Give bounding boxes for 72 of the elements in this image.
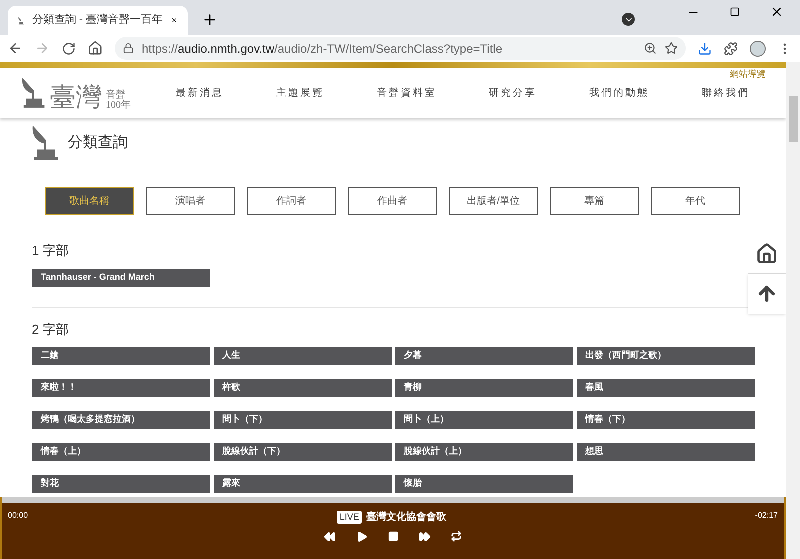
nav-link[interactable]: 音聲資料室 <box>376 86 437 100</box>
song-link[interactable]: 脫線伙計（下） <box>214 443 392 461</box>
browser-tab[interactable]: 分類查詢 - 臺灣音聲一百年 <box>8 6 188 35</box>
stop-icon[interactable] <box>388 531 399 542</box>
category-tab[interactable]: 專篇 <box>550 187 639 215</box>
logo-subtitle: 音聲 <box>106 91 126 101</box>
maximize-icon[interactable] <box>730 7 740 17</box>
sitemap-link[interactable]: 網站導覽 <box>730 68 766 82</box>
logo-year: 100年 <box>106 101 131 111</box>
tab-search-icon[interactable] <box>622 13 635 26</box>
remaining-time: -02:17 <box>755 510 778 522</box>
song-link[interactable]: 春風 <box>576 379 754 397</box>
tab-title: 分類查詢 - 臺灣音聲一百年 <box>32 12 164 28</box>
fast-forward-icon[interactable] <box>419 531 431 543</box>
song-link[interactable]: 情春（下） <box>576 411 754 429</box>
nav-link[interactable]: 最新消息 <box>176 86 224 100</box>
section-heading: 2 字部 <box>32 320 70 338</box>
page-title: 分類查詢 <box>68 132 128 153</box>
download-icon[interactable] <box>698 42 712 56</box>
song-link[interactable]: 對花 <box>32 475 210 493</box>
nav-link[interactable]: 研究分享 <box>489 86 538 100</box>
bookmark-star-icon[interactable] <box>665 42 678 55</box>
lock-icon[interactable] <box>123 43 134 54</box>
song-link[interactable]: 露來 <box>214 475 392 493</box>
song-link[interactable]: 出發（西門町之歌） <box>576 347 754 365</box>
reload-icon[interactable] <box>62 42 76 56</box>
nav-link[interactable]: 聯絡我們 <box>702 86 750 100</box>
song-link[interactable]: 青柳 <box>395 379 573 397</box>
song-link[interactable]: 夕暮 <box>395 347 573 365</box>
track-title: 臺灣文化協會會歌 <box>366 510 446 525</box>
close-window-icon[interactable] <box>770 5 784 19</box>
category-tab[interactable]: 出版者/單位 <box>449 187 538 215</box>
extensions-icon[interactable] <box>724 42 738 56</box>
play-icon[interactable] <box>356 531 368 543</box>
logo-gramophone-icon <box>20 75 46 111</box>
back-to-top-button[interactable] <box>748 274 786 314</box>
address-bar[interactable]: https://audio.nmth.gov.tw/audio/zh-TW/Item/SearchClass?type=Title <box>115 37 686 60</box>
house-icon <box>756 242 778 264</box>
song-link[interactable]: 問卜（下） <box>214 411 392 429</box>
category-tab[interactable]: 年代 <box>651 187 740 215</box>
song-link[interactable]: 懷胎 <box>395 475 573 493</box>
category-tab[interactable]: 歌曲名稱 <box>45 187 134 215</box>
elapsed-time: 00:00 <box>8 510 28 522</box>
repeat-icon[interactable] <box>451 531 462 542</box>
song-link[interactable]: Tannhauser - Grand March <box>32 268 210 286</box>
song-link[interactable]: 情春（上） <box>32 443 210 461</box>
rewind-icon[interactable] <box>324 531 336 543</box>
category-tab[interactable]: 作詞者 <box>247 187 336 215</box>
zoom-icon[interactable] <box>644 42 657 55</box>
song-link[interactable]: 脫線伙計（上） <box>395 443 573 461</box>
progress-track[interactable] <box>2 497 784 503</box>
title-gramophone-icon <box>30 124 60 162</box>
song-link[interactable]: 人生 <box>214 347 392 365</box>
back-icon[interactable] <box>8 41 23 56</box>
song-link[interactable]: 問卜（上） <box>395 411 573 429</box>
logo-title: 臺灣 <box>50 85 102 111</box>
nav-link[interactable]: 主題展覽 <box>276 86 324 100</box>
category-tab[interactable]: 作曲者 <box>348 187 437 215</box>
scrollbar[interactable] <box>786 62 800 559</box>
profile-icon[interactable] <box>750 40 766 56</box>
new-tab-icon[interactable] <box>202 12 218 28</box>
home-icon[interactable] <box>88 41 103 56</box>
category-tab[interactable]: 演唱者 <box>146 187 235 215</box>
section-heading: 1 字部 <box>32 242 70 260</box>
nav-link[interactable]: 我們的動態 <box>589 86 650 100</box>
song-link[interactable]: 烤鴨（喝太多提窓拉酒） <box>32 411 210 429</box>
song-link[interactable]: 二鎗 <box>32 347 210 365</box>
song-link[interactable]: 想思 <box>576 443 754 461</box>
song-link[interactable]: 來啦！！ <box>32 379 210 397</box>
live-badge: LIVE <box>336 510 362 524</box>
song-link[interactable]: 杵歌 <box>214 379 392 397</box>
up-arrow-icon <box>756 283 778 305</box>
